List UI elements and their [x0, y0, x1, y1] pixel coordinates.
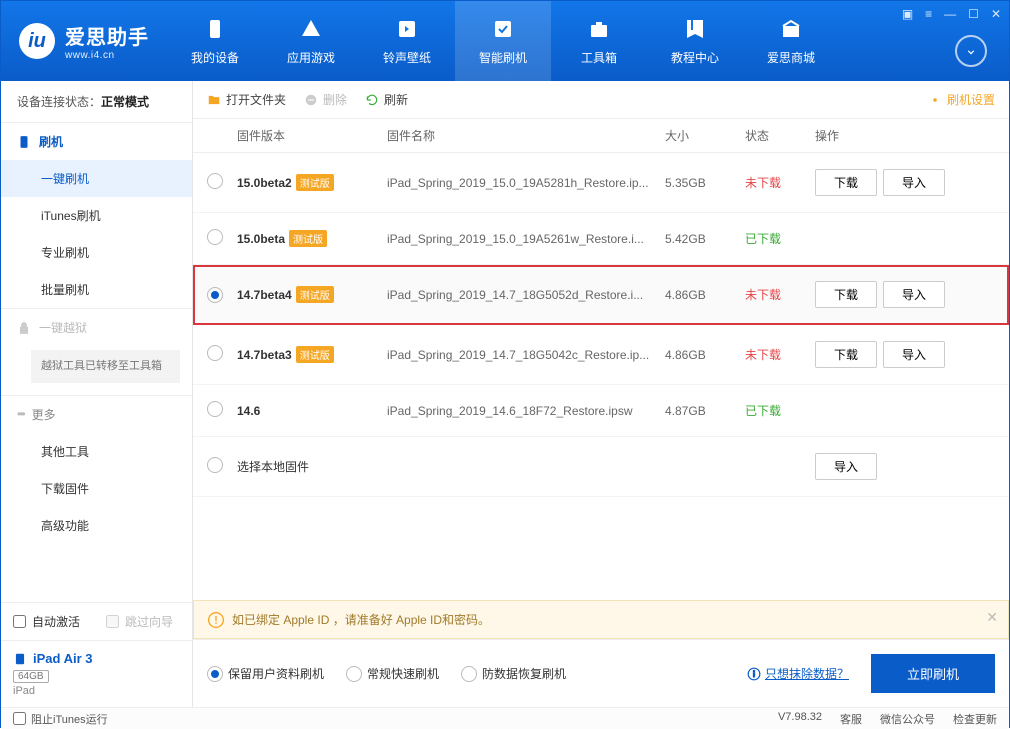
firmware-table: 15.0beta2测试版 iPad_Spring_2019_15.0_19A52… — [193, 153, 1009, 437]
device-storage: 64GB — [13, 670, 49, 683]
row-radio[interactable] — [207, 287, 223, 303]
menu-icon[interactable]: ≡ — [925, 7, 932, 21]
row-radio[interactable] — [207, 229, 223, 245]
local-firmware-row[interactable]: 选择本地固件 导入 — [193, 437, 1009, 497]
service-link[interactable]: 客服 — [840, 711, 862, 727]
opt-normal[interactable]: 常规快速刷机 — [346, 665, 439, 682]
nav-icon-2 — [395, 17, 419, 41]
opt-keep-data[interactable]: 保留用户资料刷机 — [207, 665, 324, 682]
close-icon[interactable]: ✕ — [991, 7, 1001, 21]
nav-icon-4 — [587, 17, 611, 41]
sidebar-item-flash-3[interactable]: 批量刷机 — [1, 271, 192, 308]
row-status: 未下载 — [745, 174, 815, 191]
update-link[interactable]: 检查更新 — [953, 711, 997, 727]
auto-activate-row: 自动激活 跳过向导 — [1, 603, 192, 640]
nav-icon-1 — [299, 17, 323, 41]
main-panel: 打开文件夹 删除 刷新 刷机设置 固件版本 固件名称 大小 状态 操作 — [193, 81, 1009, 707]
top-nav: 我的设备 应用游戏 铃声壁纸 智能刷机 工具箱 教程中心 爱思商城 — [167, 1, 839, 81]
flash-settings-button[interactable]: 刷机设置 — [928, 91, 995, 108]
row-status: 未下载 — [745, 286, 815, 303]
nav-2[interactable]: 铃声壁纸 — [359, 1, 455, 81]
table-header: 固件版本 固件名称 大小 状态 操作 — [193, 119, 1009, 153]
jailbreak-note: 越狱工具已转移至工具箱 — [31, 350, 180, 383]
row-status: 已下载 — [745, 230, 815, 247]
logo-icon: iu — [19, 23, 55, 59]
delete-button: 删除 — [304, 91, 347, 108]
erase-only-link[interactable]: 只想抹除数据？ — [747, 665, 849, 682]
logo: iu 爱思助手 www.i4.cn — [1, 21, 167, 61]
import-button[interactable]: 导入 — [883, 169, 945, 196]
download-button[interactable]: 下载 — [815, 169, 877, 196]
app-header: iu 爱思助手 www.i4.cn 我的设备 应用游戏 铃声壁纸 智能刷机 工具… — [1, 1, 1009, 81]
app-url: www.i4.cn — [65, 50, 149, 61]
device-type: iPad — [13, 685, 180, 697]
maximize-icon[interactable]: ☐ — [968, 7, 979, 21]
beta-tag: 测试版 — [296, 346, 334, 363]
row-radio[interactable] — [207, 401, 223, 417]
statusbar: 阻止iTunes运行 V7.98.32 客服 微信公众号 检查更新 — [1, 707, 1009, 729]
table-row[interactable]: 14.7beta4测试版 iPad_Spring_2019_14.7_18G50… — [193, 265, 1009, 325]
download-manager-button[interactable] — [955, 35, 987, 67]
connection-status: 设备连接状态：正常模式 — [1, 81, 192, 122]
version-label: V7.98.32 — [778, 711, 822, 727]
table-row[interactable]: 14.6 iPad_Spring_2019_14.6_18F72_Restore… — [193, 385, 1009, 437]
sidebar-item-more-0[interactable]: 其他工具 — [1, 433, 192, 470]
download-button[interactable]: 下载 — [815, 281, 877, 308]
open-folder-button[interactable]: 打开文件夹 — [207, 91, 286, 108]
tshirt-icon[interactable]: ▣ — [902, 7, 913, 21]
minimize-icon[interactable]: — — [944, 7, 956, 21]
notice-close-icon[interactable]: ✕ — [986, 609, 998, 626]
refresh-button[interactable]: 刷新 — [365, 91, 408, 108]
app-name: 爱思助手 — [65, 21, 149, 50]
opt-anti-reset[interactable]: 防数据恢复刷机 — [461, 665, 566, 682]
radio-local[interactable] — [207, 457, 223, 473]
apple-id-notice: 如已绑定 Apple ID ，请准备好 Apple ID和密码。 ✕ — [193, 600, 1009, 639]
row-status: 未下载 — [745, 346, 815, 363]
sidebar-item-more-1[interactable]: 下载固件 — [1, 470, 192, 507]
nav-6[interactable]: 爱思商城 — [743, 1, 839, 81]
beta-tag: 测试版 — [296, 174, 334, 191]
nav-0[interactable]: 我的设备 — [167, 1, 263, 81]
sidebar-header-more[interactable]: ••• 更多 — [1, 396, 192, 433]
nav-5[interactable]: 教程中心 — [647, 1, 743, 81]
table-row[interactable]: 15.0beta2测试版 iPad_Spring_2019_15.0_19A52… — [193, 153, 1009, 213]
nav-icon-3 — [491, 17, 515, 41]
sidebar-item-flash-1[interactable]: iTunes刷机 — [1, 197, 192, 234]
flash-options-bar: 保留用户资料刷机 常规快速刷机 防数据恢复刷机 只想抹除数据？ 立即刷机 — [193, 639, 1009, 707]
flash-now-button[interactable]: 立即刷机 — [871, 654, 995, 693]
toolbar: 打开文件夹 删除 刷新 刷机设置 — [193, 81, 1009, 119]
row-radio[interactable] — [207, 173, 223, 189]
beta-tag: 测试版 — [289, 230, 327, 247]
sidebar-item-more-2[interactable]: 高级功能 — [1, 507, 192, 544]
row-status: 已下载 — [745, 402, 815, 419]
table-row[interactable]: 14.7beta3测试版 iPad_Spring_2019_14.7_18G50… — [193, 325, 1009, 385]
sidebar-item-flash-0[interactable]: 一键刷机 — [1, 160, 192, 197]
auto-activate-checkbox[interactable] — [13, 615, 26, 628]
nav-1[interactable]: 应用游戏 — [263, 1, 359, 81]
sidebar-header-jailbreak: 一键越狱 — [1, 309, 192, 346]
import-button[interactable]: 导入 — [883, 281, 945, 308]
import-button[interactable]: 导入 — [883, 341, 945, 368]
sidebar-header-flash[interactable]: 刷机 — [1, 123, 192, 160]
beta-tag: 测试版 — [296, 286, 334, 303]
device-name[interactable]: iPad Air 3 — [13, 651, 180, 666]
nav-4[interactable]: 工具箱 — [551, 1, 647, 81]
window-controls: ▣ ≡ — ☐ ✕ — [902, 7, 1001, 21]
block-itunes-checkbox[interactable] — [13, 712, 26, 725]
nav-3[interactable]: 智能刷机 — [455, 1, 551, 81]
wechat-link[interactable]: 微信公众号 — [880, 711, 935, 727]
sidebar-item-flash-2[interactable]: 专业刷机 — [1, 234, 192, 271]
skip-guide-checkbox — [106, 615, 119, 628]
nav-icon-5 — [683, 17, 707, 41]
table-row[interactable]: 15.0beta测试版 iPad_Spring_2019_15.0_19A526… — [193, 213, 1009, 265]
nav-icon-6 — [779, 17, 803, 41]
device-panel: iPad Air 3 64GB iPad — [1, 640, 192, 707]
row-radio[interactable] — [207, 345, 223, 361]
sidebar: 设备连接状态：正常模式 刷机 一键刷机iTunes刷机专业刷机批量刷机 一键越狱… — [1, 81, 193, 707]
nav-icon-0 — [203, 17, 227, 41]
download-button[interactable]: 下载 — [815, 341, 877, 368]
import-local-button[interactable]: 导入 — [815, 453, 877, 480]
